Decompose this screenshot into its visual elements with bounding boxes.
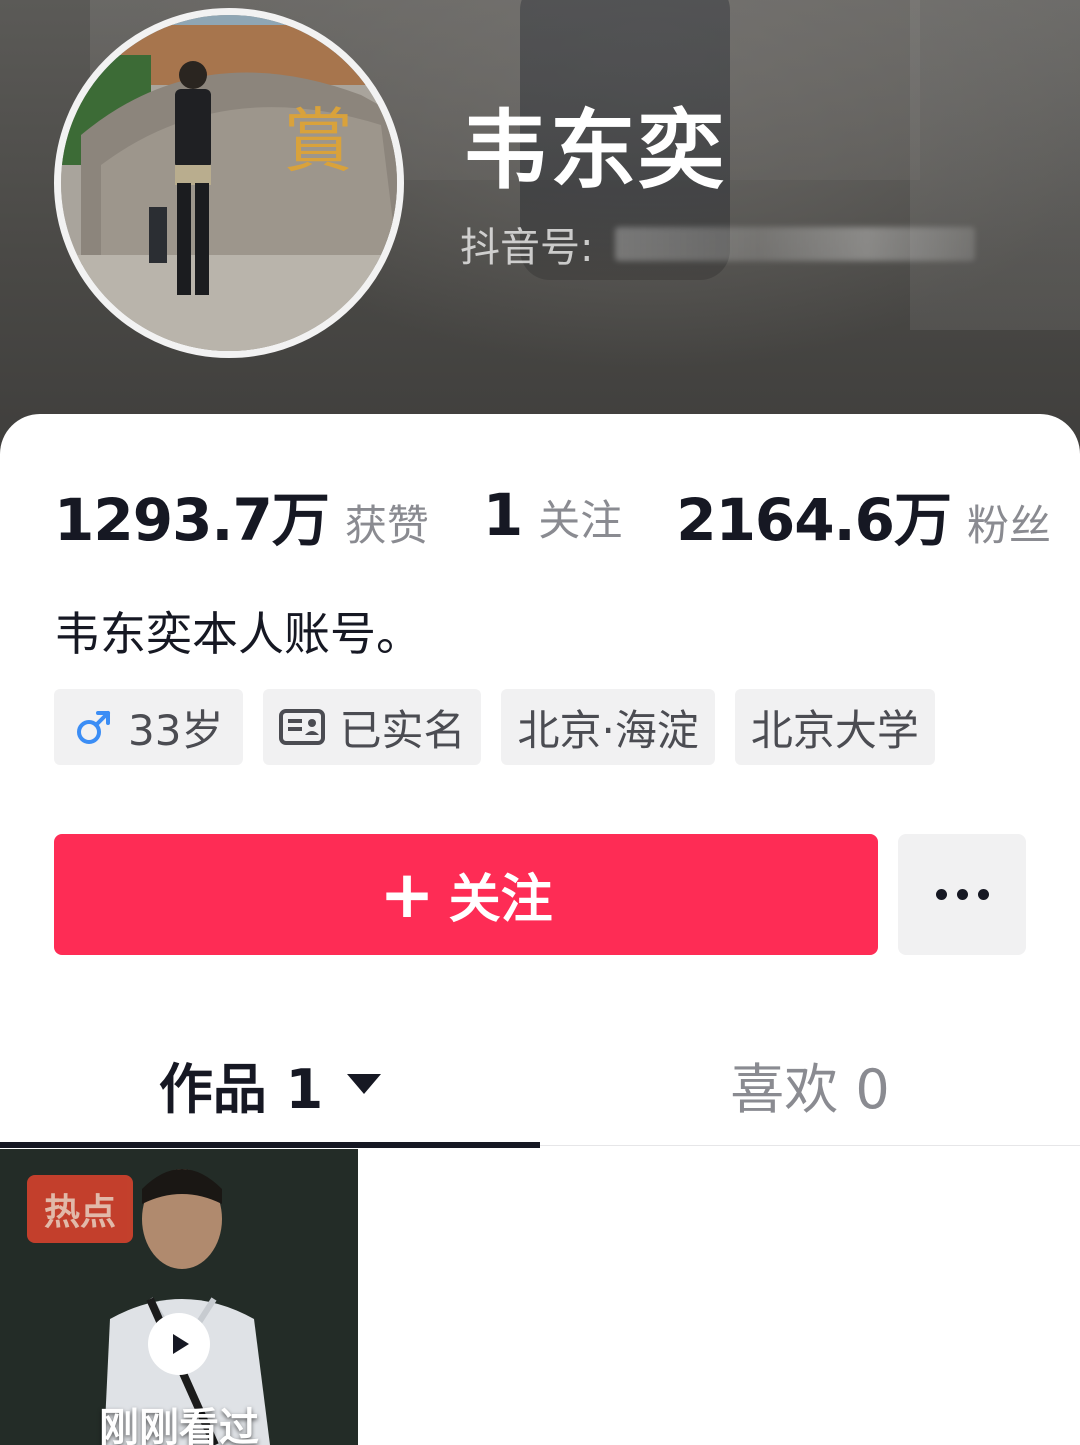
douyin-id-label: 抖音号: (460, 225, 594, 271)
profile-page: 賞 韦东奕 抖音号: 1293.7万 获赞 1 关注 2164.6万 粉丝 韦东… (0, 0, 1080, 1445)
stat-likes[interactable]: 1293.7万 获赞 (54, 473, 429, 557)
tag-location[interactable]: 北京·海淀 (501, 689, 715, 765)
profile-bio: 韦东奕本人账号。 (54, 607, 422, 661)
tag-verified-label: 已实名 (339, 705, 466, 755)
tab-likes[interactable]: 喜欢 0 (540, 1022, 1080, 1146)
recently-watched-label: 刚刚看过 (99, 1405, 259, 1445)
tag-age: 33岁 (54, 689, 244, 765)
tag-school[interactable]: 北京大学 (734, 689, 935, 765)
svg-text:賞: 賞 (283, 100, 353, 182)
tab-active-indicator (0, 1142, 540, 1148)
follow-button-label: 关注 (448, 870, 553, 930)
profile-stats: 1293.7万 获赞 1 关注 2164.6万 粉丝 (54, 480, 1051, 554)
profile-card: 1293.7万 获赞 1 关注 2164.6万 粉丝 韦东奕本人账号。 33岁 … (0, 414, 1080, 1445)
male-sign-icon (74, 707, 114, 747)
cover-background-wall (910, 0, 1080, 330)
more-dots-icon (931, 889, 994, 900)
tag-location-label: 北京·海淀 (517, 705, 699, 755)
stat-following-value: 1 (482, 481, 523, 549)
stat-following-label: 关注 (538, 496, 623, 545)
plus-icon: + (379, 855, 435, 933)
stat-followers-value: 2164.6万 (676, 486, 952, 554)
id-card-icon (279, 708, 326, 746)
stat-following[interactable]: 1 关注 (483, 481, 622, 549)
caret-down-icon[interactable] (347, 1074, 382, 1094)
profile-tags: 33岁 已实名 北京·海淀 北京大学 (54, 689, 955, 765)
more-button[interactable] (898, 834, 1026, 955)
follow-button[interactable]: + 关注 (54, 834, 878, 955)
tag-verified: 已实名 (263, 689, 482, 765)
douyin-id-value-blurred (615, 227, 976, 261)
play-icon[interactable] (148, 1313, 210, 1375)
video-thumbnail[interactable]: 热点 刚刚看过 (0, 1149, 358, 1445)
tag-school-label: 北京大学 (750, 705, 919, 755)
avatar[interactable]: 賞 (54, 8, 404, 358)
stat-likes-label: 获赞 (344, 501, 429, 550)
nickname: 韦东奕 (462, 101, 726, 201)
stat-followers[interactable]: 2164.6万 粉丝 (676, 473, 1051, 557)
avatar-photo: 賞 (61, 15, 397, 351)
hot-badge: 热点 (27, 1175, 133, 1243)
content-tabs: 作品 1 喜欢 0 (0, 1022, 1080, 1148)
profile-cover-image: 賞 韦东奕 抖音号: (0, 0, 1080, 460)
tab-works-label: 作品 1 (158, 1057, 324, 1121)
stat-followers-label: 粉丝 (967, 501, 1052, 550)
tag-age-label: 33岁 (128, 705, 224, 755)
tab-likes-label: 喜欢 0 (730, 1057, 890, 1121)
douyin-id: 抖音号: (460, 216, 976, 272)
tab-works[interactable]: 作品 1 (0, 1022, 540, 1146)
stat-likes-value: 1293.7万 (54, 486, 330, 554)
